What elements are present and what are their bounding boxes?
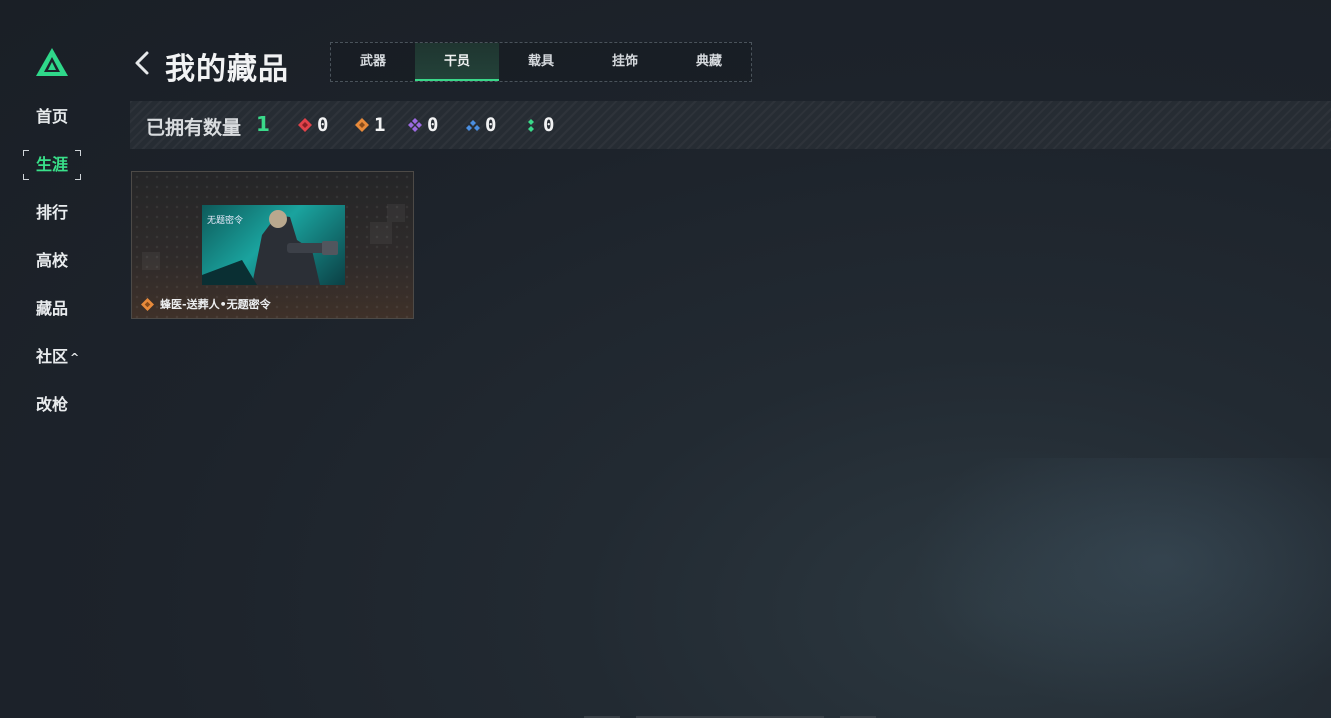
tab-charms[interactable]: 挂饰	[583, 43, 667, 81]
orange-diamond-icon	[141, 297, 154, 311]
card-decor-square	[370, 222, 392, 244]
page-title: 我的藏品	[165, 52, 289, 87]
rarity-purple-value: 0	[427, 114, 439, 136]
item-thumbnail: 无题密令	[202, 205, 345, 285]
sidebar-item-community-label: 社区	[36, 347, 69, 366]
purple-diamond-icon	[408, 118, 422, 132]
rarity-orange-value: 1	[374, 114, 386, 136]
rarity-blue-value: 0	[485, 114, 497, 136]
background-storm	[911, 458, 1331, 718]
item-name: 蜂医-送葬人•无题密令	[160, 298, 271, 311]
sidebar: 首页 生涯 排行 高校 藏品 社区 ^ 改枪	[0, 0, 110, 718]
sidebar-item-gunsmith[interactable]: 改枪	[36, 393, 68, 417]
card-decor-square	[142, 252, 160, 270]
card-decor-square	[387, 204, 405, 222]
sidebar-item-career[interactable]: 生涯	[36, 153, 68, 177]
chevron-up-icon: ^	[70, 350, 80, 364]
item-name-row: 蜂医-送葬人•无题密令	[141, 296, 271, 312]
sidebar-item-university[interactable]: 高校	[36, 249, 68, 273]
rarity-orange-count: 1	[355, 113, 385, 137]
rarity-red-value: 0	[317, 114, 329, 136]
sidebar-item-ranking[interactable]: 排行	[36, 201, 68, 225]
owned-count-label: 已拥有数量	[146, 117, 242, 139]
sidebar-item-collection[interactable]: 藏品	[36, 297, 68, 321]
blue-diamond-icon	[466, 120, 480, 131]
rarity-green-value: 0	[543, 114, 555, 136]
red-diamond-icon	[298, 118, 312, 132]
app-logo-icon[interactable]	[34, 46, 70, 78]
orange-diamond-icon	[355, 118, 369, 132]
tab-weapons[interactable]: 武器	[331, 43, 415, 81]
collection-item-card[interactable]: 无题密令 蜂医-送葬人•无题密令	[131, 171, 414, 319]
sidebar-item-community[interactable]: 社区 ^	[36, 345, 79, 369]
owned-stats-bar: 已拥有数量 1 0 1 0 0 0	[130, 101, 1331, 149]
rarity-purple-count: 0	[408, 113, 438, 137]
tab-vehicles[interactable]: 载具	[499, 43, 583, 81]
sidebar-item-home[interactable]: 首页	[36, 105, 68, 129]
tab-operators[interactable]: 干员	[415, 43, 499, 81]
rarity-green-count: 0	[524, 113, 554, 137]
category-tabs: 武器 干员 载具 挂饰 典藏	[330, 42, 752, 82]
rarity-red-count: 0	[298, 113, 328, 137]
tab-collector[interactable]: 典藏	[667, 43, 751, 81]
back-arrow-icon[interactable]	[133, 50, 151, 76]
green-diamond-icon	[528, 119, 534, 132]
rarity-blue-count: 0	[466, 113, 496, 137]
owned-count-value: 1	[256, 112, 270, 136]
thumbnail-caption: 无题密令	[207, 216, 244, 226]
